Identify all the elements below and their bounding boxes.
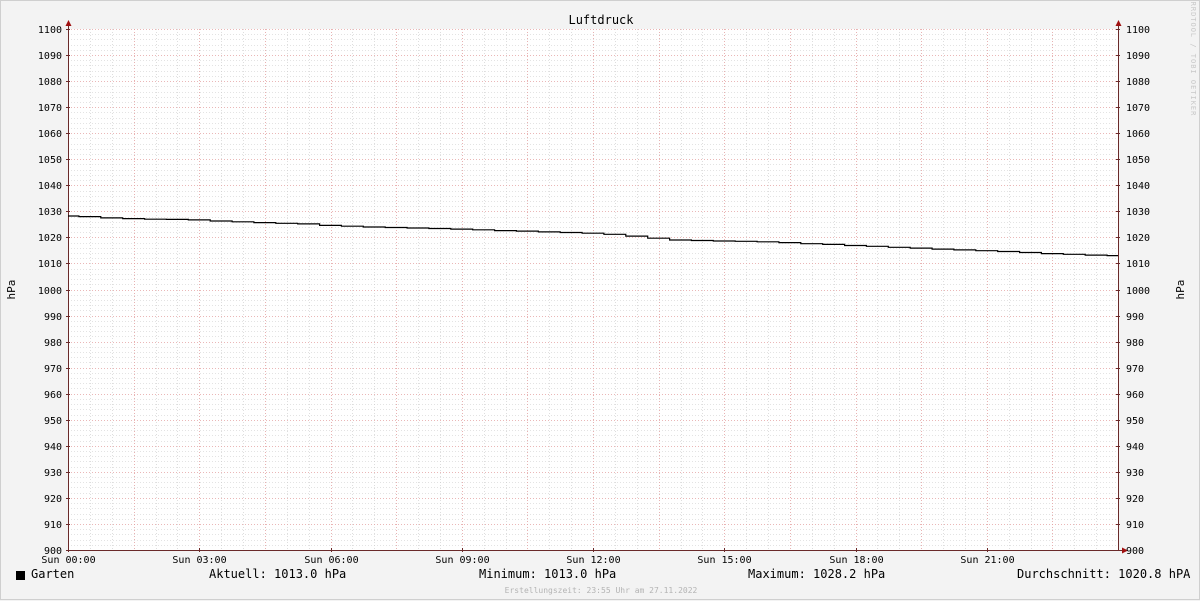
legend-durchschnitt: Durchschnitt: 1020.8 hPA: [1017, 567, 1191, 581]
y-tick-label-left: 1100: [38, 25, 62, 36]
pressure-chart: 900 900910 910920 920930 930940 940950 950960 9…: [5, 2, 1197, 566]
x-tick-label: Sun 15:00: [697, 555, 751, 566]
y-tick-label-left: 960: [44, 390, 62, 401]
y-tick-label-right: 920: [1126, 494, 1144, 505]
y-tick-label-right: 900: [1126, 546, 1144, 557]
x-tick-label: Sun 21:00: [960, 555, 1014, 566]
x-tick-label: Sun 18:00: [829, 555, 883, 566]
footer-timestamp: Erstellungszeit: 23:55 Uhr am 27.11.2022: [504, 586, 698, 595]
y-tick-label-right: 1050: [1126, 155, 1150, 166]
y-tick-label-left: 970: [44, 364, 62, 375]
y-tick-label-left: 1080: [38, 77, 62, 88]
y-tick-label-left: 930: [44, 468, 62, 479]
legend-minimum: Minimum: 1013.0 hPa: [479, 567, 617, 581]
x-tick-label: Sun 03:00: [172, 555, 226, 566]
y-tick-label-left: 1020: [38, 233, 62, 244]
y-tick-label-left: 980: [44, 338, 62, 349]
y-tick-label-right: 1020: [1126, 233, 1150, 244]
y-axis-right-arrow: [1115, 20, 1122, 26]
y-tick-label-left: 940: [44, 442, 62, 453]
y-axis-label-left: hPa: [5, 280, 18, 300]
legend-series-label: Garten: [31, 567, 75, 581]
y-tick-label-left: 990: [44, 312, 62, 323]
x-tick-label: Sun 12:00: [566, 555, 620, 566]
chart-title: Luftdruck: [568, 13, 634, 27]
y-tick-label-right: 1090: [1126, 51, 1150, 62]
x-tick-label: Sun 00:00: [41, 555, 95, 566]
y-tick-label-left: 1090: [38, 51, 62, 62]
y-tick-label-right: 990: [1126, 312, 1144, 323]
y-tick-label-left: 1010: [38, 259, 62, 270]
y-tick-label-left: 1030: [38, 207, 62, 218]
y-tick-label-right: 980: [1126, 338, 1144, 349]
y-tick-label-right: 1000: [1126, 286, 1150, 297]
y-tick-label-left: 1000: [38, 286, 62, 297]
y-tick-label-left: 1070: [38, 103, 62, 114]
y-tick-label-right: 910: [1126, 520, 1144, 531]
y-tick-label-left: 1060: [38, 129, 62, 140]
y-tick-label-right: 1070: [1126, 103, 1150, 114]
legend-maximum: Maximum: 1028.2 hPa: [748, 567, 886, 581]
chart-frame: 900 900 910 910 920 920 930 930 940 940 950 950 960 9…: [0, 0, 1200, 600]
legend-row: Garten Aktuell: 1013.0 hPa Minimum: 1013…: [1, 567, 1200, 585]
y-tick-label-right: 930: [1126, 468, 1144, 479]
y-axis-left-arrow: [65, 20, 72, 26]
legend-swatch: [16, 571, 25, 580]
rrdtool-watermark: RRDTOOL / TOBI OETIKER: [1189, 2, 1197, 117]
x-tick-label: Sun 06:00: [304, 555, 358, 566]
y-tick-label-right: 1010: [1126, 259, 1150, 270]
y-tick-label-right: 1080: [1126, 77, 1150, 88]
y-tick-label-right: 970: [1126, 364, 1144, 375]
y-tick-label-right: 940: [1126, 442, 1144, 453]
y-tick-label-left: 1050: [38, 155, 62, 166]
y-tick-label-left: 1040: [38, 181, 62, 192]
y-tick-label-left: 920: [44, 494, 62, 505]
y-tick-label-right: 1040: [1126, 181, 1150, 192]
y-tick-label-left: 910: [44, 520, 62, 531]
y-tick-label-right: 960: [1126, 390, 1144, 401]
y-tick-label-right: 950: [1126, 416, 1144, 427]
y-tick-label-right: 1030: [1126, 207, 1150, 218]
x-tick-label: Sun 09:00: [435, 555, 489, 566]
y-tick-label-right: 1060: [1126, 129, 1150, 140]
legend-aktuell: Aktuell: 1013.0 hPa: [209, 567, 347, 581]
y-tick-label-left: 950: [44, 416, 62, 427]
y-tick-label-right: 1100: [1126, 25, 1150, 36]
y-axis-label-right: hPa: [1174, 280, 1187, 300]
